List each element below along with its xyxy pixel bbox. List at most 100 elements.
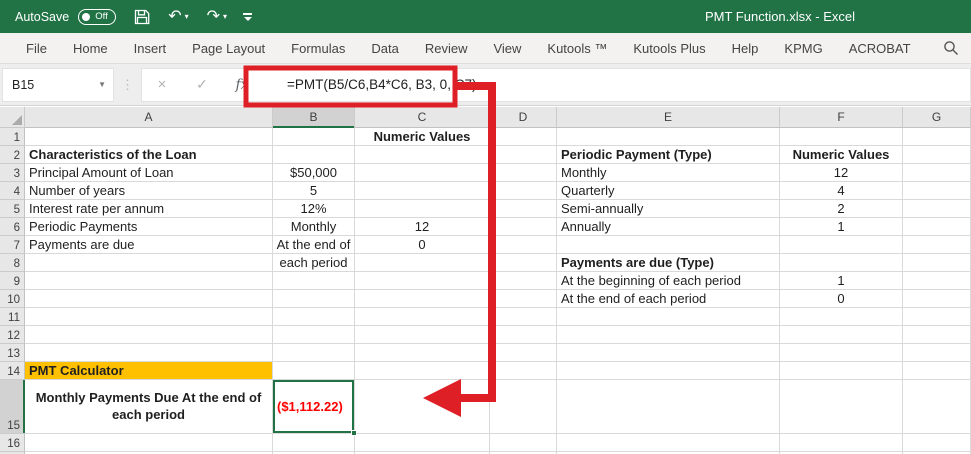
row-header-8[interactable]: 8: [0, 254, 25, 272]
cell-A15[interactable]: Monthly Payments Due At the end of each …: [25, 380, 273, 434]
row-header-16[interactable]: 16: [0, 434, 25, 452]
formula-input[interactable]: =PMT(B5/C6,B4*C6, B3, 0, C7): [287, 77, 476, 92]
cell-C5[interactable]: [355, 200, 490, 218]
tab-acrobat[interactable]: ACROBAT: [836, 41, 924, 56]
customize-quick-access-toolbar-button[interactable]: [243, 12, 253, 21]
cell-C15[interactable]: [355, 380, 490, 434]
cell-F5[interactable]: 2: [780, 200, 903, 218]
tab-kpmg[interactable]: KPMG: [771, 41, 835, 56]
cell-F15[interactable]: [780, 380, 903, 434]
cell-F14[interactable]: [780, 362, 903, 380]
cell-B9[interactable]: [273, 272, 355, 290]
cell-D12[interactable]: [490, 326, 557, 344]
enter-button[interactable]: ✓: [182, 76, 222, 93]
cell-A7[interactable]: Payments are due: [25, 236, 273, 254]
select-all-corner[interactable]: [0, 107, 25, 128]
row-header-14[interactable]: 14: [0, 362, 25, 380]
cell-B10[interactable]: [273, 290, 355, 308]
cell-C14[interactable]: [355, 362, 490, 380]
tab-home[interactable]: Home: [60, 41, 121, 56]
cell-D10[interactable]: [490, 290, 557, 308]
cell-G4[interactable]: [903, 182, 971, 200]
cell-C6[interactable]: 12: [355, 218, 490, 236]
cell-G5[interactable]: [903, 200, 971, 218]
cell-E3[interactable]: Monthly: [557, 164, 780, 182]
cell-G15[interactable]: [903, 380, 971, 434]
insert-function-button[interactable]: fx: [222, 77, 262, 93]
cell-G13[interactable]: [903, 344, 971, 362]
cell-G14[interactable]: [903, 362, 971, 380]
tab-data[interactable]: Data: [358, 41, 411, 56]
cell-G12[interactable]: [903, 326, 971, 344]
cell-E13[interactable]: [557, 344, 780, 362]
row-header-13[interactable]: 13: [0, 344, 25, 362]
row-header-7[interactable]: 7: [0, 236, 25, 254]
cell-B3[interactable]: $50,000: [273, 164, 355, 182]
cell-C12[interactable]: [355, 326, 490, 344]
cell-G10[interactable]: [903, 290, 971, 308]
row-header-3[interactable]: 3: [0, 164, 25, 182]
cell-D15[interactable]: [490, 380, 557, 434]
cell-B6[interactable]: Monthly: [273, 218, 355, 236]
cell-F10[interactable]: 0: [780, 290, 903, 308]
tab-page-layout[interactable]: Page Layout: [179, 41, 278, 56]
redo-button[interactable]: ↷ ▾: [207, 8, 227, 25]
row-header-2[interactable]: 2: [0, 146, 25, 164]
cell-C11[interactable]: [355, 308, 490, 326]
cell-A2[interactable]: Characteristics of the Loan: [25, 146, 273, 164]
autosave-toggle[interactable]: Off: [78, 8, 117, 25]
row-header-6[interactable]: 6: [0, 218, 25, 236]
cell-D14[interactable]: [490, 362, 557, 380]
cell-B8[interactable]: each period: [273, 254, 355, 272]
cell-C4[interactable]: [355, 182, 490, 200]
cell-E7[interactable]: [557, 236, 780, 254]
search-button[interactable]: [943, 40, 959, 56]
column-header-F[interactable]: F: [780, 107, 903, 128]
row-header-12[interactable]: 12: [0, 326, 25, 344]
cell-A8[interactable]: [25, 254, 273, 272]
cell-D7[interactable]: [490, 236, 557, 254]
cell-B14[interactable]: [273, 362, 355, 380]
formula-bar-drag-handle[interactable]: ⋮: [121, 77, 134, 93]
cell-G6[interactable]: [903, 218, 971, 236]
cell-B5[interactable]: 12%: [273, 200, 355, 218]
row-header-9[interactable]: 9: [0, 272, 25, 290]
row-header-1[interactable]: 1: [0, 128, 25, 146]
tab-kutools-plus[interactable]: Kutools Plus: [620, 41, 718, 56]
cell-C7[interactable]: 0: [355, 236, 490, 254]
cell-E1[interactable]: [557, 128, 780, 146]
cell-A16[interactable]: [25, 434, 273, 452]
tab-insert[interactable]: Insert: [121, 41, 180, 56]
column-header-A[interactable]: A: [25, 107, 273, 128]
cell-A14[interactable]: PMT Calculator: [25, 362, 273, 380]
cell-B12[interactable]: [273, 326, 355, 344]
cell-E15[interactable]: [557, 380, 780, 434]
cell-B15[interactable]: ($1,112.22): [273, 380, 357, 436]
row-header-10[interactable]: 10: [0, 290, 25, 308]
cell-F11[interactable]: [780, 308, 903, 326]
cell-E11[interactable]: [557, 308, 780, 326]
cell-C9[interactable]: [355, 272, 490, 290]
cell-B1[interactable]: [273, 128, 355, 146]
cell-G8[interactable]: [903, 254, 971, 272]
cell-E16[interactable]: [557, 434, 780, 452]
cell-A11[interactable]: [25, 308, 273, 326]
cell-G16[interactable]: [903, 434, 971, 452]
cell-D8[interactable]: [490, 254, 557, 272]
cell-E10[interactable]: At the end of each period: [557, 290, 780, 308]
cell-E4[interactable]: Quarterly: [557, 182, 780, 200]
cell-F6[interactable]: 1: [780, 218, 903, 236]
cell-A12[interactable]: [25, 326, 273, 344]
row-header-11[interactable]: 11: [0, 308, 25, 326]
cell-E9[interactable]: At the beginning of each period: [557, 272, 780, 290]
cell-B16[interactable]: [273, 434, 355, 452]
cell-C8[interactable]: [355, 254, 490, 272]
cell-G2[interactable]: [903, 146, 971, 164]
cell-F13[interactable]: [780, 344, 903, 362]
cell-E5[interactable]: Semi-annually: [557, 200, 780, 218]
cell-E12[interactable]: [557, 326, 780, 344]
undo-dropdown-icon[interactable]: ▾: [185, 12, 189, 21]
cell-D2[interactable]: [490, 146, 557, 164]
cell-C3[interactable]: [355, 164, 490, 182]
cell-D13[interactable]: [490, 344, 557, 362]
